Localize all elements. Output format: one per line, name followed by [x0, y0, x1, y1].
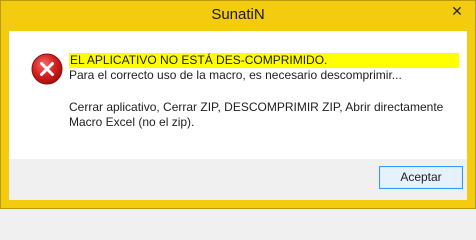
message-line-4: Macro Excel (no el zip). [69, 115, 195, 129]
message-text: EL APLICATIVO NO ESTÁ DES-COMPRIMIDO. Pa… [69, 53, 459, 130]
window-title: SunatiN [211, 6, 265, 23]
message-line-3: Cerrar aplicativo, Cerrar ZIP, DESCOMPRI… [69, 100, 444, 114]
title-bar[interactable]: SunatiN ✕ [1, 1, 475, 31]
message-line-2: Para el correcto uso de la macro, es nec… [69, 68, 402, 82]
dialog-window: SunatiN ✕ EL APLICATIVO NO ESTÁ DES-COMP… [0, 0, 476, 209]
error-icon [31, 53, 63, 85]
error-headline: EL APLICATIVO NO ESTÁ DES-COMPRIMIDO. [69, 53, 459, 68]
button-bar: Aceptar [9, 159, 467, 200]
message-area: EL APLICATIVO NO ESTÁ DES-COMPRIMIDO. Pa… [9, 31, 467, 159]
close-button[interactable]: ✕ [442, 1, 472, 23]
accept-button[interactable]: Aceptar [379, 166, 463, 189]
